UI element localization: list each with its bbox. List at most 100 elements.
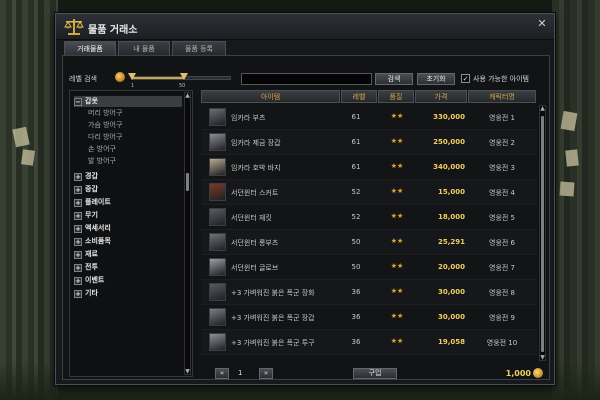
item-price: 18,000: [437, 213, 465, 221]
collapse-icon[interactable]: −: [74, 98, 82, 106]
table-row[interactable]: 임카라 부츠 61 ★★ 330,000 영웅전 1: [201, 105, 537, 130]
header-character[interactable]: 캐릭터명: [468, 90, 536, 103]
expand-icon[interactable]: +: [74, 290, 82, 298]
level-max-value: 50: [179, 83, 186, 89]
header-item[interactable]: 아이템: [201, 90, 340, 103]
item-price: 25,291: [437, 238, 465, 246]
reset-button[interactable]: 초기화: [417, 73, 455, 85]
table-row[interactable]: 서던윈터 롱부츠 50 ★★ 25,291 영웅전 6: [201, 230, 537, 255]
expand-icon[interactable]: +: [74, 225, 82, 233]
item-level: 50: [351, 263, 361, 271]
title-bar[interactable]: 물품 거래소 ✕: [56, 14, 554, 40]
expand-icon[interactable]: +: [74, 277, 82, 285]
scroll-thumb[interactable]: [541, 116, 544, 352]
category-event[interactable]: + 이벤트: [74, 275, 104, 286]
scroll-up-icon[interactable]: ▲: [184, 92, 191, 99]
category-combat[interactable]: + 전투: [74, 262, 98, 273]
item-price: 30,000: [437, 313, 465, 321]
expand-icon[interactable]: +: [74, 199, 82, 207]
category-medium-armor[interactable]: + 중갑: [74, 184, 98, 195]
table-header: 아이템 레벨 품질 가격 캐릭터명: [201, 90, 537, 103]
category-scrollbar[interactable]: ▲ ▼: [184, 92, 191, 375]
notice-paper: [559, 181, 575, 197]
jacket-icon: [209, 208, 226, 226]
expand-icon[interactable]: +: [74, 212, 82, 220]
table-row[interactable]: 서던윈터 글로브 50 ★★ 20,000 영웅전 7: [201, 255, 537, 280]
slider-max-handle[interactable]: [180, 73, 188, 80]
category-chest-armor[interactable]: 가슴 방어구: [88, 120, 122, 131]
shoes-icon: [209, 283, 226, 301]
category-plate[interactable]: + 플레이트: [74, 197, 111, 208]
tab-my-items[interactable]: 내 물품: [118, 41, 170, 55]
next-page-button[interactable]: »: [259, 368, 273, 379]
helmet-icon: [209, 333, 226, 351]
expand-icon[interactable]: +: [74, 173, 82, 181]
usable-items-checkbox[interactable]: ✓: [461, 74, 470, 83]
table-body: 임카라 부츠 61 ★★ 330,000 영웅전 1 임카라 제금 장갑 61 ★★ 250,0…: [201, 105, 537, 355]
header-price[interactable]: 가격: [415, 90, 467, 103]
item-quality-stars: ★★: [390, 237, 404, 245]
wooden-fence-left: [0, 0, 58, 400]
expand-icon[interactable]: +: [74, 186, 82, 194]
category-accessory[interactable]: + 액세서리: [74, 223, 111, 234]
category-misc[interactable]: + 기타: [74, 288, 98, 299]
level-range-slider[interactable]: [128, 73, 231, 80]
table-row[interactable]: 임카라 제금 장갑 61 ★★ 250,000 영웅전 2: [201, 130, 537, 155]
category-head-armor[interactable]: 머리 방어구: [88, 108, 122, 119]
category-weapon[interactable]: + 무기: [74, 210, 98, 221]
table-row[interactable]: +3 가벼워진 붉은 폭군 장화 36 ★★ 30,000 영웅전 8: [201, 280, 537, 305]
close-icon[interactable]: ✕: [536, 18, 548, 30]
item-price: 340,000: [433, 163, 465, 171]
table-row[interactable]: 서던윈터 재킷 52 ★★ 18,000 영웅전 5: [201, 205, 537, 230]
notice-paper: [565, 149, 579, 167]
item-price: 20,000: [437, 263, 465, 271]
gloves-icon: [209, 258, 226, 276]
category-light-armor[interactable]: + 경갑: [74, 171, 98, 182]
gauntlet-icon: [209, 308, 226, 326]
pants-icon: [209, 158, 226, 176]
category-hand-armor[interactable]: 손 방어구: [88, 144, 116, 155]
category-armor[interactable]: − 갑옷: [74, 96, 182, 107]
category-foot-armor[interactable]: 발 방어구: [88, 156, 116, 167]
expand-icon[interactable]: +: [74, 251, 82, 259]
scroll-down-icon[interactable]: ▼: [539, 354, 546, 361]
slider-min-handle[interactable]: [128, 73, 136, 80]
search-button[interactable]: 검색: [375, 73, 413, 85]
item-level: 61: [351, 113, 361, 121]
table-row[interactable]: 서던윈터 스커트 52 ★★ 15,000 영웅전 4: [201, 180, 537, 205]
seller-name: 영웅전 6: [489, 239, 515, 247]
header-level[interactable]: 레벨: [341, 90, 377, 103]
level-info-icon[interactable]: [115, 72, 125, 82]
buy-button[interactable]: 구입: [353, 368, 397, 379]
item-name: +3 가벼워진 붉은 폭군 투구: [231, 339, 315, 347]
table-row[interactable]: +3 가벼워진 붉은 폭군 투구 36 ★★ 19,058 영웅전 10: [201, 330, 537, 355]
seller-name: 영웅전 10: [486, 339, 518, 347]
header-quality[interactable]: 품질: [378, 90, 414, 103]
scroll-down-icon[interactable]: ▼: [184, 368, 191, 375]
item-quality-stars: ★★: [390, 212, 404, 220]
item-quality-stars: ★★: [390, 312, 404, 320]
tab-register-item[interactable]: 물품 등록: [172, 41, 226, 55]
item-level: 36: [351, 313, 361, 321]
item-quality-stars: ★★: [390, 287, 404, 295]
category-leg-armor[interactable]: 다리 방어구: [88, 132, 122, 143]
category-consumable[interactable]: + 소비품목: [74, 236, 111, 247]
table-row[interactable]: 임카라 호박 바지 61 ★★ 340,000 영웅전 3: [201, 155, 537, 180]
item-name: +3 가벼워진 붉은 폭군 장화: [231, 289, 315, 297]
expand-icon[interactable]: +: [74, 238, 82, 246]
seller-name: 영웅전 8: [489, 289, 515, 297]
scroll-up-icon[interactable]: ▲: [539, 105, 546, 112]
category-material[interactable]: + 재료: [74, 249, 98, 260]
seller-name: 영웅전 2: [489, 139, 515, 147]
scroll-thumb[interactable]: [186, 173, 189, 191]
prev-page-button[interactable]: «: [215, 368, 229, 379]
search-input[interactable]: [241, 73, 372, 85]
tab-trade-items[interactable]: 거래물품: [64, 41, 116, 55]
money-amount: 1,000: [505, 369, 531, 378]
expand-icon[interactable]: +: [74, 264, 82, 272]
item-level: 36: [351, 338, 361, 346]
table-scrollbar[interactable]: ▲ ▼: [539, 105, 546, 361]
table-row[interactable]: +3 가벼워진 붉은 폭군 장갑 36 ★★ 30,000 영웅전 9: [201, 305, 537, 330]
slider-fill: [132, 77, 184, 79]
item-quality-stars: ★★: [390, 112, 404, 120]
